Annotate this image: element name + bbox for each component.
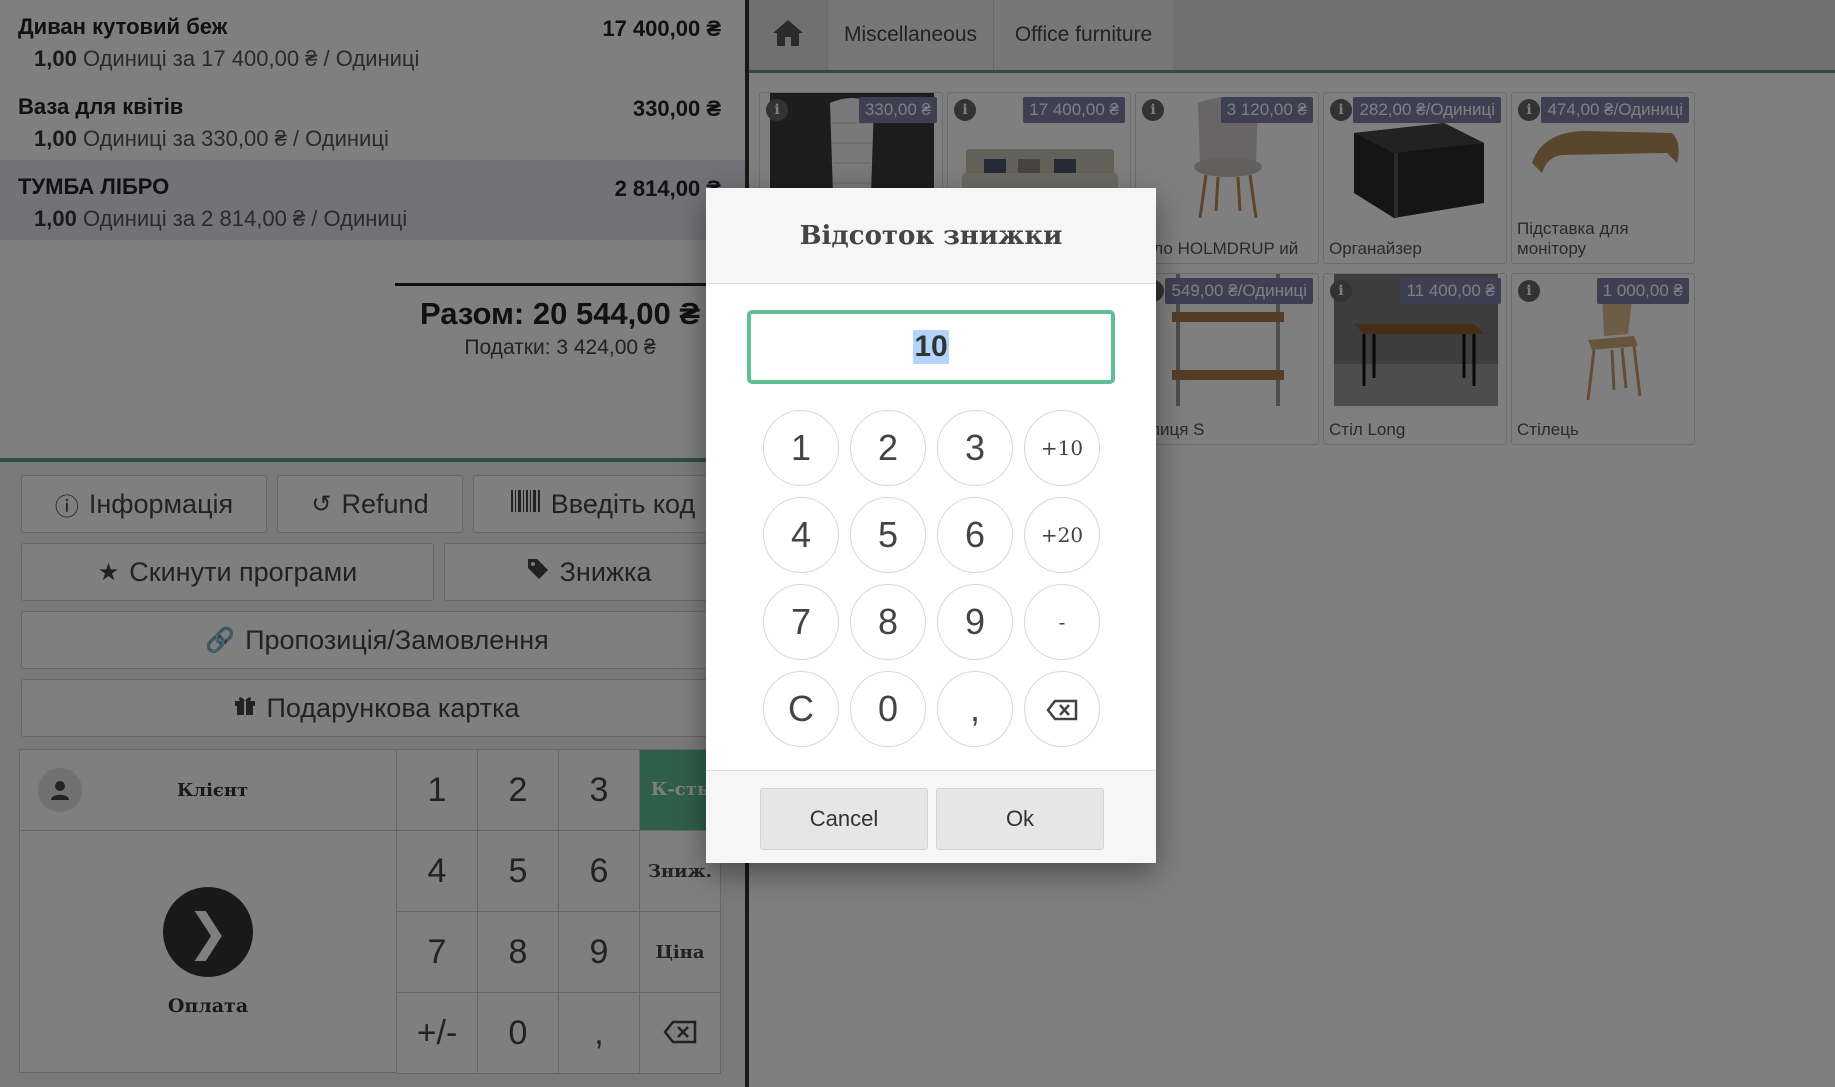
backspace-icon (1046, 688, 1078, 730)
dialog-key-7[interactable]: 7 (763, 584, 839, 660)
dialog-key-8[interactable]: 8 (850, 584, 926, 660)
dialog-key-1[interactable]: 1 (763, 410, 839, 486)
dialog-key-0[interactable]: 0 (850, 671, 926, 747)
dialog-key-6[interactable]: 6 (937, 497, 1013, 573)
dialog-key-plus20[interactable]: +20 (1024, 497, 1100, 573)
discount-value: 10 (913, 330, 949, 364)
dialog-key-plus10[interactable]: +10 (1024, 410, 1100, 486)
discount-percent-dialog: Відсоток знижки 10 1 2 3 +10 4 5 6 +20 7… (706, 188, 1156, 863)
dialog-footer: Cancel Ok (706, 770, 1156, 863)
dialog-key-2[interactable]: 2 (850, 410, 926, 486)
dialog-key-minus[interactable]: - (1024, 584, 1100, 660)
dialog-key-clear[interactable]: C (763, 671, 839, 747)
dialog-key-5[interactable]: 5 (850, 497, 926, 573)
cancel-button[interactable]: Cancel (760, 788, 928, 850)
dialog-backspace-button[interactable] (1024, 671, 1100, 747)
dialog-key-4[interactable]: 4 (763, 497, 839, 573)
ok-button[interactable]: Ok (936, 788, 1104, 850)
dialog-key-9[interactable]: 9 (937, 584, 1013, 660)
dialog-key-3[interactable]: 3 (937, 410, 1013, 486)
dialog-key-comma[interactable]: , (937, 671, 1013, 747)
discount-value-input[interactable]: 10 (747, 310, 1115, 384)
dialog-title: Відсоток знижки (706, 188, 1156, 284)
